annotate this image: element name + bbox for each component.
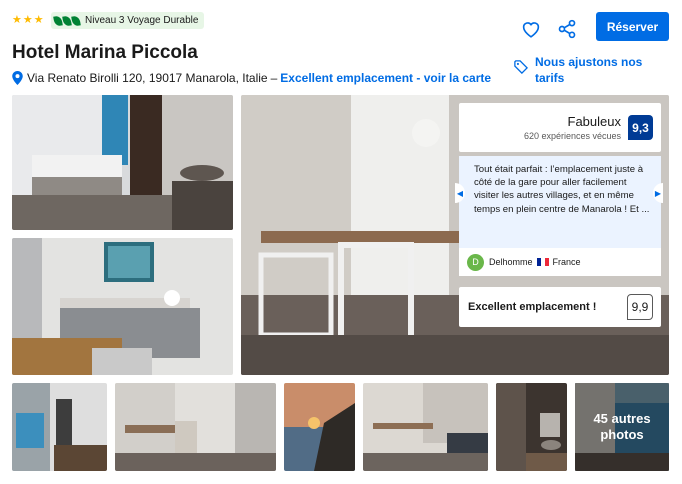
star-icon: ★ (12, 14, 22, 26)
map-link[interactable]: Excellent emplacement - voir la carte (280, 71, 491, 85)
price-tag-icon (514, 60, 528, 74)
avatar: D (467, 253, 484, 271)
photo-thumbnail[interactable] (496, 383, 567, 471)
reviewer-country: France (552, 257, 581, 267)
reviews-count: 620 expériences vécues (523, 131, 621, 141)
reviewer-info: D Delhomme France (459, 248, 661, 276)
location-score-card[interactable]: Excellent emplacement ! 9,9 (459, 287, 661, 327)
share-icon (558, 19, 576, 39)
star-icon: ★ (22, 14, 33, 26)
address-separator: – (270, 71, 278, 85)
photo-thumbnail[interactable] (284, 383, 355, 471)
leaf-icon (53, 14, 81, 27)
star-icon: ★ (33, 14, 44, 26)
price-match-link[interactable]: Nous ajustons nos tarifs (514, 54, 655, 86)
save-favorite-button[interactable] (518, 16, 544, 42)
review-quote: Tout était parfait : l’emplacement juste… (474, 164, 650, 215)
star-rating: ★ ★ ★ (12, 14, 44, 26)
review-score-badge: 9,3 (628, 115, 653, 140)
chevron-right-icon: ▶ (654, 188, 662, 198)
location-label: Excellent emplacement ! (468, 301, 597, 313)
reserve-button[interactable]: Réserver (596, 12, 669, 41)
hotel-name: Hotel Marina Piccola (12, 42, 198, 63)
photo-thumbnail[interactable] (115, 383, 276, 471)
review-quote-card[interactable]: Tout était parfait : l’emplacement juste… (459, 156, 661, 248)
location-score-badge: 9,9 (627, 294, 653, 320)
sustainability-badge-label: Niveau 3 Voyage Durable (85, 15, 199, 26)
share-button[interactable] (554, 16, 580, 42)
sustainability-badge[interactable]: Niveau 3 Voyage Durable (51, 12, 205, 29)
hotel-address: Via Renato Birolli 120, 19017 Manarola, … (27, 71, 268, 85)
price-match-label: Nous ajustons nos tarifs (535, 55, 643, 85)
photo-breakfast[interactable] (12, 238, 233, 375)
rating-word: Fabuleux (567, 114, 621, 129)
photo-bedroom[interactable] (12, 95, 233, 230)
map-pin-icon (12, 71, 23, 85)
more-photos-overlay[interactable]: 45 autres photos (575, 383, 669, 471)
reviewer-name: Delhomme (489, 257, 533, 267)
chevron-left-icon: ◀ (456, 188, 464, 198)
heart-icon (522, 22, 540, 38)
address-row: Via Renato Birolli 120, 19017 Manarola, … (12, 71, 491, 85)
flag-icon (536, 258, 549, 266)
photo-thumbnail[interactable] (12, 383, 107, 471)
photo-thumbnail[interactable] (363, 383, 488, 471)
review-score-card[interactable]: Fabuleux 620 expériences vécues 9,3 (459, 103, 661, 152)
